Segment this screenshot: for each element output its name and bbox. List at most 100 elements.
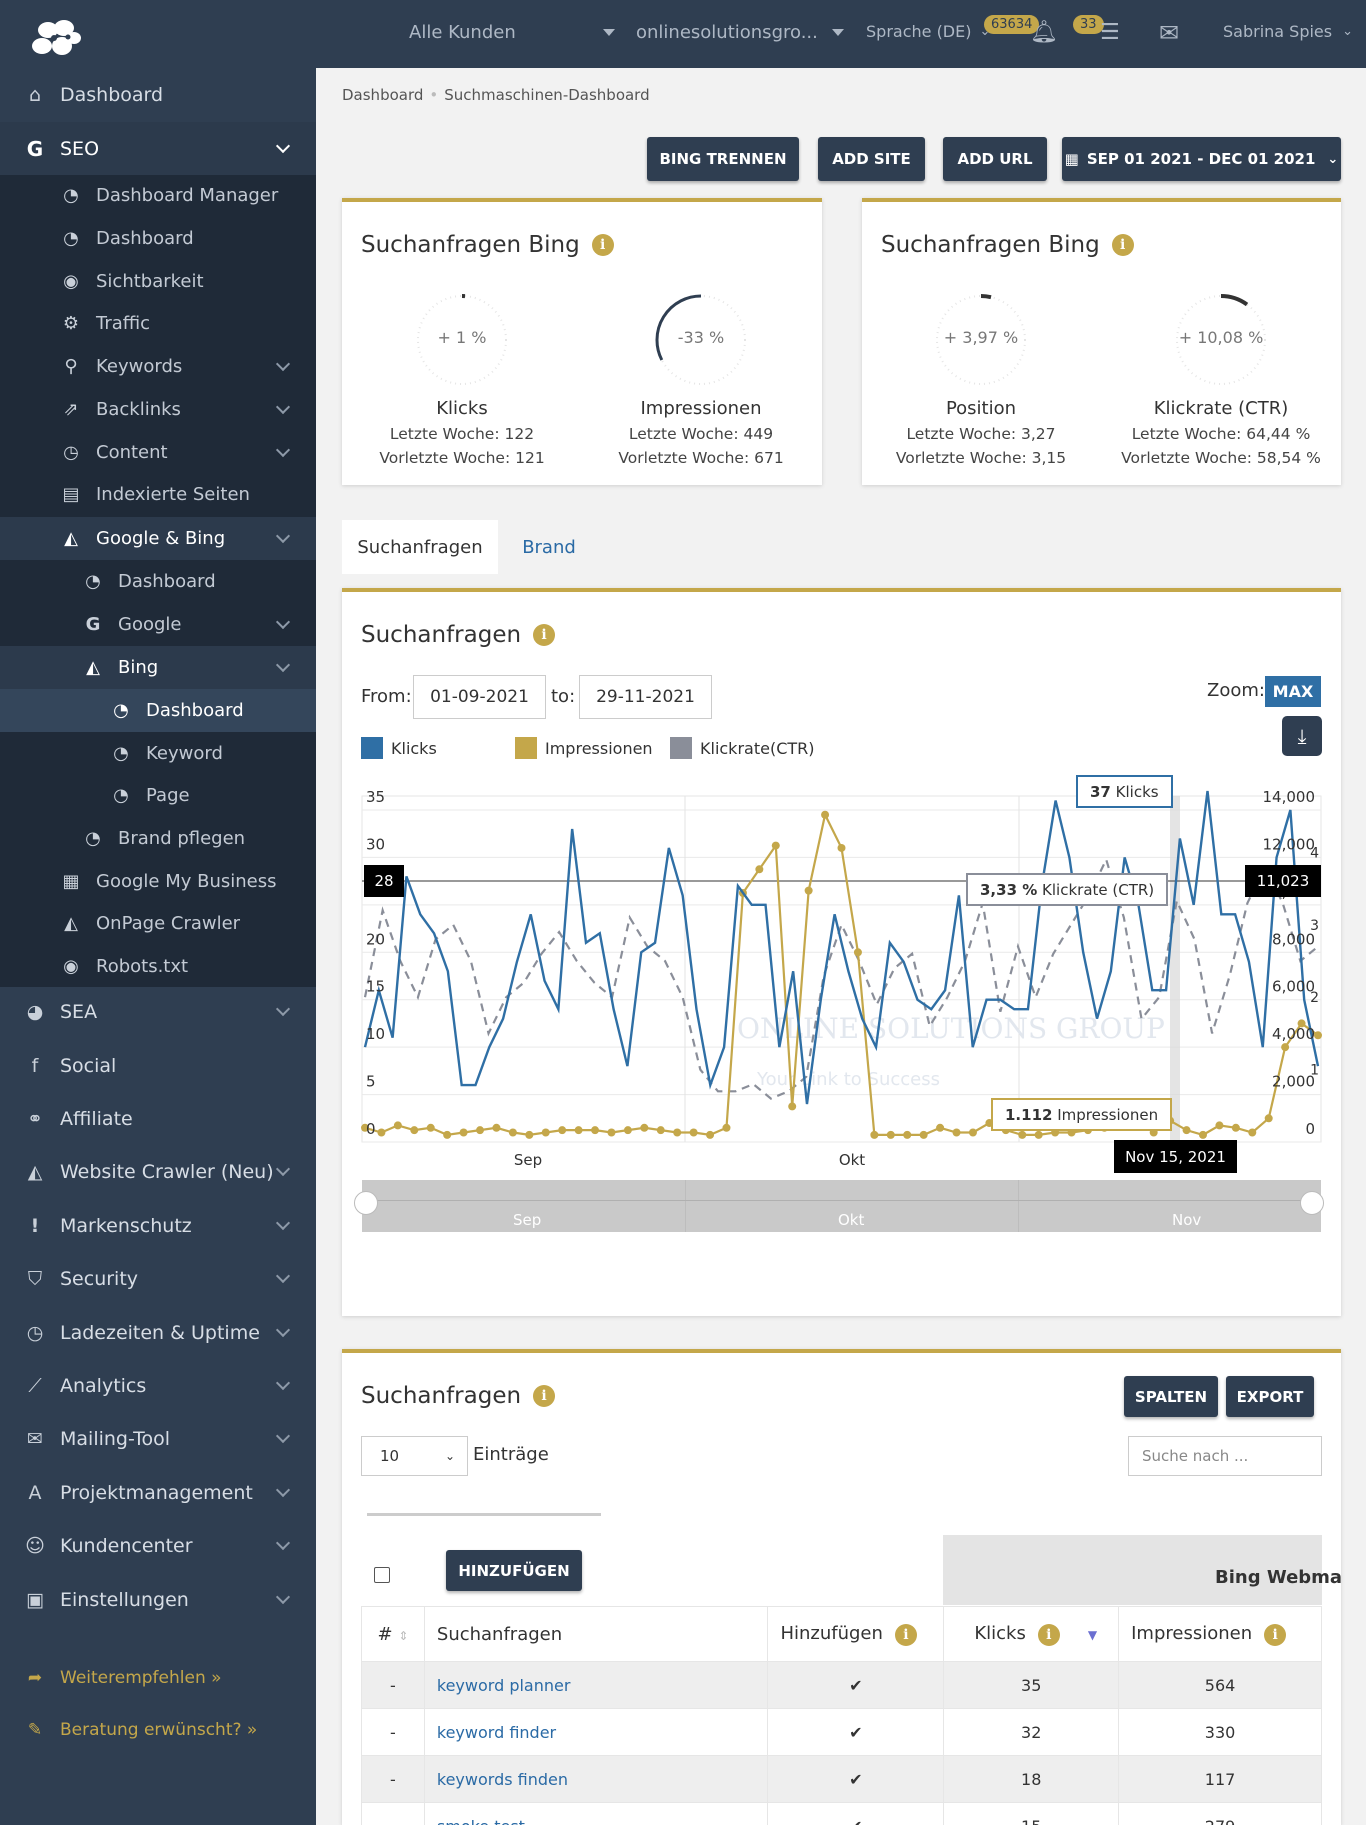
- sidebar-item-bing-page[interactable]: ◔ Page: [0, 774, 316, 817]
- query-link[interactable]: smoke test: [423, 1802, 769, 1825]
- sidebar-item-sichtbarkeit[interactable]: ◉ Sichtbarkeit: [0, 260, 316, 303]
- sidebar-item-content[interactable]: ◷ Content: [0, 431, 316, 474]
- query-link[interactable]: keyword planner: [423, 1661, 769, 1709]
- external-link-icon: ⇗: [63, 399, 79, 420]
- data-point-impressionen: [525, 1130, 534, 1139]
- info-icon[interactable]: i: [1037, 1623, 1060, 1646]
- navigator-handle-left[interactable]: [354, 1191, 378, 1215]
- select-all-checkbox[interactable]: [374, 1567, 390, 1583]
- download-icon[interactable]: ⤓: [1282, 716, 1322, 756]
- sidebar-item-gb-dashboard[interactable]: ◔ Dashboard: [0, 560, 316, 603]
- sidebar-item-bing-keyword[interactable]: ◔ Keyword: [0, 732, 316, 775]
- legend-klicks[interactable]: Klicks: [361, 737, 437, 759]
- chevron-down-icon: [275, 1428, 291, 1444]
- spalten-button[interactable]: SPALTEN: [1124, 1376, 1218, 1417]
- customer-select[interactable]: Alle Kunden: [409, 22, 615, 43]
- sidebar-item-website-crawler[interactable]: ◭ Website Crawler (Neu): [0, 1150, 316, 1194]
- info-icon[interactable]: i: [533, 624, 556, 646]
- sidebar-item-einstellungen[interactable]: ▣ Einstellungen: [0, 1578, 316, 1622]
- data-point-impressionen: [886, 1130, 895, 1139]
- sidebar-item-seo[interactable]: G SEO: [0, 127, 316, 170]
- sidebar-item-bing[interactable]: ◭ Bing: [0, 646, 316, 689]
- breadcrumb-home[interactable]: Dashboard: [342, 86, 423, 104]
- sidebar-item-sea[interactable]: ◕ SEA: [0, 990, 316, 1034]
- envelope-icon: ✉: [27, 1428, 43, 1450]
- sidebar-item-analytics[interactable]: ⟋ Analytics: [0, 1364, 316, 1408]
- date-range-button[interactable]: ▦ SEP 01 2021 - DEC 01 2021 ⌄: [1062, 137, 1341, 181]
- check-icon: ✔: [767, 1661, 945, 1709]
- info-icon[interactable]: i: [533, 1385, 556, 1407]
- sidebar-item-kundencenter[interactable]: ☺ Kundencenter: [0, 1524, 316, 1568]
- sidebar-item-brand-pflegen[interactable]: ◔ Brand pflegen: [0, 817, 316, 860]
- sidebar-item-ladezeiten[interactable]: ◷ Ladezeiten & Uptime: [0, 1311, 316, 1355]
- sidebar-item-seo-dashboard[interactable]: ◔ Dashboard: [0, 217, 316, 260]
- bell-icon[interactable]: 🔔︎: [1030, 20, 1058, 45]
- sidebar-item-robots[interactable]: ◉ Robots.txt: [0, 945, 316, 988]
- sidebar-item-security[interactable]: ⛉ Security: [0, 1257, 316, 1301]
- legend-swatch: [670, 737, 692, 759]
- tab-suchanfragen[interactable]: Suchanfragen: [342, 520, 498, 574]
- sidebar-weiterempfehlen-link[interactable]: ➦ Weiterempfehlen »: [0, 1656, 316, 1700]
- data-point-impressionen: [936, 1123, 945, 1132]
- add-url-button[interactable]: ADD URL: [943, 137, 1047, 181]
- key-icon: ⚲: [64, 356, 78, 377]
- info-icon[interactable]: i: [591, 234, 614, 256]
- envelope-icon[interactable]: ✉: [1159, 19, 1179, 47]
- info-icon[interactable]: i: [1264, 1623, 1287, 1646]
- table-row: - smoke test ✔ 15 279: [361, 1802, 1322, 1825]
- sidebar-item-markenschutz[interactable]: ! Markenschutz: [0, 1204, 316, 1248]
- legend-impressionen[interactable]: Impressionen: [515, 737, 653, 759]
- domain-select[interactable]: onlinesolutionsgro...: [636, 22, 844, 43]
- sidebar-item-affiliate[interactable]: ⚭ Affiliate: [0, 1097, 316, 1141]
- legend-swatch: [515, 737, 537, 759]
- chart-navigator[interactable]: Sep Okt Nov: [354, 1180, 1324, 1232]
- sidebar-item-dashboard-manager[interactable]: ◔ Dashboard Manager: [0, 174, 316, 217]
- sidebar-item-indexierte-seiten[interactable]: ▤ Indexierte Seiten: [0, 473, 316, 516]
- sidebar-item-traffic[interactable]: ⚙ Traffic: [0, 302, 316, 345]
- query-link[interactable]: keyword finder: [423, 1708, 769, 1756]
- entries-select[interactable]: 10 ⌄: [361, 1436, 468, 1476]
- query-link[interactable]: keywords finden: [423, 1755, 769, 1803]
- sidebar-item-google-my-business[interactable]: ▦ Google My Business: [0, 860, 316, 903]
- from-date-input[interactable]: 01-09-2021: [413, 675, 546, 719]
- th-num[interactable]: # ⇕: [361, 1606, 425, 1662]
- bing-trennen-button[interactable]: BING TRENNEN: [647, 137, 799, 181]
- chevron-down-icon: [275, 1161, 291, 1177]
- export-button[interactable]: EXPORT: [1226, 1376, 1314, 1417]
- card-title: Suchanfragen Bing i: [361, 232, 614, 258]
- tasks-badge: 33: [1073, 15, 1104, 34]
- sidebar-item-onpage-crawler[interactable]: ◭ OnPage Crawler: [0, 902, 316, 945]
- search-input[interactable]: Suche nach ...: [1128, 1436, 1322, 1476]
- sidebar-item-keywords[interactable]: ⚲ Keywords: [0, 345, 316, 388]
- tasks-icon[interactable]: ☰: [1100, 20, 1120, 45]
- table-scrollbar[interactable]: [367, 1513, 601, 1516]
- chevron-down-icon: ⌄: [1342, 24, 1354, 39]
- th-suchanfragen[interactable]: Suchanfragen: [423, 1606, 769, 1662]
- add-site-button[interactable]: ADD SITE: [818, 137, 925, 181]
- sidebar-item-google[interactable]: G Google: [0, 603, 316, 646]
- sidebar-item-google-bing[interactable]: ◭ Google & Bing: [0, 517, 316, 560]
- sidebar-beratung-link[interactable]: ✎ Beratung erwünscht? »: [0, 1708, 316, 1752]
- sidebar-item-backlinks[interactable]: ⇗ Backlinks: [0, 388, 316, 431]
- eye-icon: ◉: [63, 956, 79, 977]
- clock-icon: ◷: [63, 442, 79, 463]
- language-select[interactable]: Sprache (DE) ⌄: [866, 22, 990, 41]
- info-icon[interactable]: i: [894, 1623, 917, 1646]
- sidebar-item-bing-dashboard[interactable]: ◔ Dashboard: [0, 689, 316, 732]
- hinzufuegen-button[interactable]: HINZUFÜGEN: [446, 1550, 582, 1591]
- info-icon[interactable]: i: [1111, 234, 1134, 256]
- tab-brand[interactable]: Brand: [500, 520, 598, 574]
- sidebar-item-mailing[interactable]: ✉ Mailing-Tool: [0, 1417, 316, 1461]
- sidebar-item-dashboard[interactable]: ⌂ Dashboard: [0, 73, 316, 116]
- zoom-max-button[interactable]: MAX: [1265, 676, 1321, 707]
- to-date-input[interactable]: 29-11-2021: [579, 675, 712, 719]
- navigator-handle-right[interactable]: [1300, 1191, 1324, 1215]
- legend-ctr[interactable]: Klickrate(CTR): [670, 737, 815, 759]
- user-menu[interactable]: Sabrina Spies ⌄: [1223, 22, 1353, 41]
- sidebar-item-projektmanagement[interactable]: A Projektmanagement: [0, 1471, 316, 1515]
- sidebar-item-social[interactable]: f Social: [0, 1044, 316, 1088]
- th-klicks[interactable]: Klicks i ▼: [943, 1606, 1120, 1662]
- th-impressionen[interactable]: Impressionen i: [1118, 1606, 1322, 1662]
- th-hinzufuegen[interactable]: Hinzufügen i: [767, 1606, 945, 1662]
- data-point-impressionen: [640, 1123, 649, 1132]
